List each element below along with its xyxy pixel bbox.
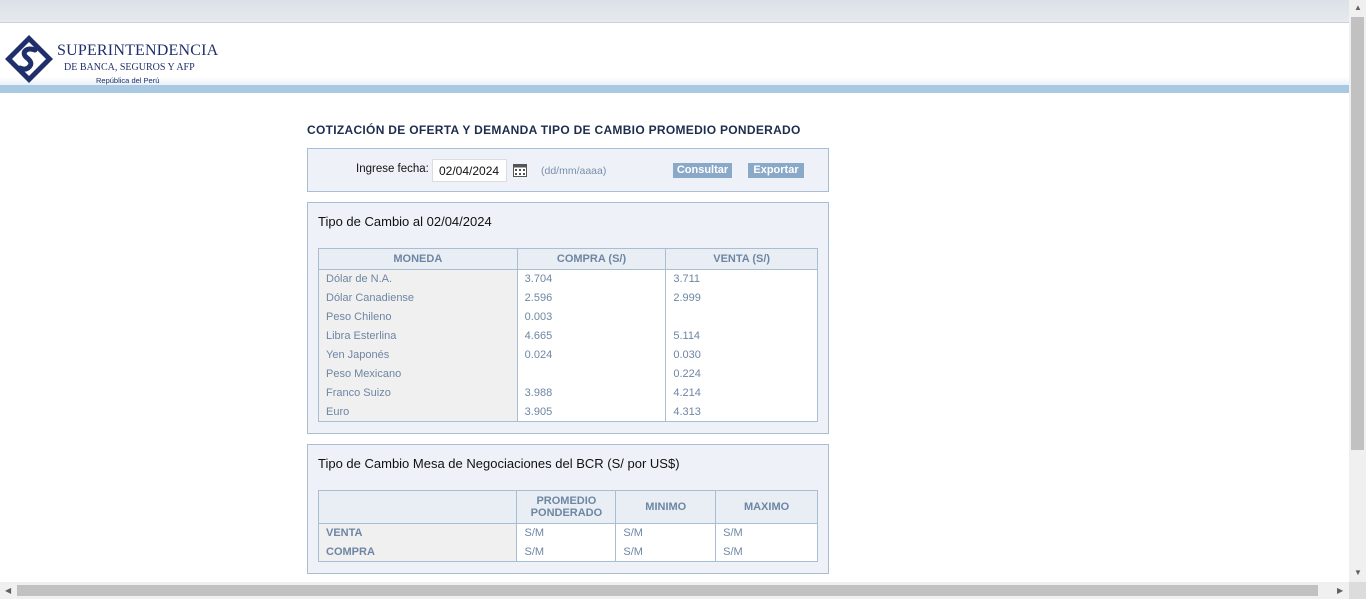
currency-cell: Peso Mexicano: [318, 364, 518, 384]
exchange-rates-table: MONEDA COMPRA (S/) VENTA (S/) Dólar de N…: [318, 248, 818, 422]
venta-cell: 3.711: [665, 269, 818, 289]
sbs-logo-icon: [5, 35, 53, 83]
date-input[interactable]: [432, 159, 507, 182]
currency-cell: Libra Esterlina: [318, 326, 518, 346]
currency-cell: Dólar de N.A.: [318, 269, 518, 289]
scroll-up-icon[interactable]: ▲: [1354, 4, 1362, 12]
logo-title: SUPERINTENDENCIA: [57, 42, 219, 59]
scroll-left-icon[interactable]: ◀: [5, 587, 11, 595]
logo-subtitle: DE BANCA, SEGUROS Y AFP: [64, 62, 195, 73]
compra-cell: [516, 364, 666, 384]
date-search-panel: Ingrese fecha: (dd/mm/aaaa) Consultar Ex…: [307, 148, 829, 192]
currency-cell: Franco Suizo: [318, 383, 518, 403]
venta-cell: 0.030: [665, 345, 818, 365]
exportar-button[interactable]: Exportar: [748, 163, 804, 178]
scrollbar-corner: [1349, 582, 1366, 599]
compra-cell: 3.905: [516, 402, 666, 422]
scroll-down-icon[interactable]: ▼: [1354, 569, 1362, 577]
compra-cell: 0.003: [516, 307, 666, 327]
venta-cell: 0.224: [665, 364, 818, 384]
compra-cell: 0.024: [516, 345, 666, 365]
venta-cell: 2.999: [665, 288, 818, 308]
exchange-rates-panel: Tipo de Cambio al 02/04/2024 MONEDA COMP…: [307, 202, 829, 434]
compra-cell: 2.596: [516, 288, 666, 308]
compra-cell: 4.665: [516, 326, 666, 346]
browser-top-strip: [0, 0, 1349, 23]
consultar-button[interactable]: Consultar: [673, 163, 732, 178]
table-header-row: MONEDA COMPRA (S/) VENTA (S/): [318, 248, 818, 270]
minimo-cell: S/M: [615, 542, 716, 562]
table-row: Peso Chileno 0.003: [318, 307, 818, 327]
row-label-cell: COMPRA: [318, 542, 517, 562]
col-header-compra: COMPRA (S/): [516, 248, 666, 270]
page-viewport: SUPERINTENDENCIA DE BANCA, SEGUROS Y AFP…: [0, 0, 1349, 582]
table-row: Franco Suizo 3.988 4.214: [318, 383, 818, 403]
col-header-minimo: MINIMO: [615, 490, 716, 524]
horizontal-scroll-thumb[interactable]: [17, 585, 1318, 596]
venta-cell: 4.214: [665, 383, 818, 403]
vertical-scroll-thumb[interactable]: [1351, 17, 1364, 450]
bcr-table: PROMEDIO PONDERADO MINIMO MAXIMO VENTA S/…: [318, 490, 818, 562]
table-row: Dólar Canadiense 2.596 2.999: [318, 288, 818, 308]
venta-cell: 4.313: [665, 402, 818, 422]
venta-cell: [665, 307, 818, 327]
minimo-cell: S/M: [615, 523, 716, 543]
col-header-blank: [318, 490, 517, 524]
row-label-cell: VENTA: [318, 523, 517, 543]
currency-cell: Peso Chileno: [318, 307, 518, 327]
currency-cell: Dólar Canadiense: [318, 288, 518, 308]
date-label: Ingrese fecha:: [356, 163, 429, 175]
currency-cell: Euro: [318, 402, 518, 422]
rates-title: Tipo de Cambio al 02/04/2024: [318, 214, 492, 229]
logo-country: República del Perú: [96, 76, 160, 85]
table-row: VENTA S/M S/M S/M: [318, 523, 818, 543]
col-header-venta: VENTA (S/): [665, 248, 818, 270]
maximo-cell: S/M: [715, 542, 818, 562]
promedio-cell: S/M: [516, 542, 616, 562]
col-header-moneda: MONEDA: [318, 248, 518, 270]
horizontal-scrollbar[interactable]: ◀ ▶: [0, 582, 1349, 599]
table-row: Yen Japonés 0.024 0.030: [318, 345, 818, 365]
compra-cell: 3.704: [516, 269, 666, 289]
site-header: SUPERINTENDENCIA DE BANCA, SEGUROS Y AFP…: [0, 23, 1349, 93]
promedio-cell: S/M: [516, 523, 616, 543]
compra-cell: 3.988: [516, 383, 666, 403]
vertical-scrollbar[interactable]: ▲ ▼: [1349, 0, 1366, 582]
table-row: Dólar de N.A. 3.704 3.711: [318, 269, 818, 289]
currency-cell: Yen Japonés: [318, 345, 518, 365]
scroll-right-icon[interactable]: ▶: [1337, 587, 1343, 595]
sbs-logo[interactable]: SUPERINTENDENCIA DE BANCA, SEGUROS Y AFP…: [3, 33, 218, 85]
page-title: COTIZACIÓN DE OFERTA Y DEMANDA TIPO DE C…: [307, 123, 801, 137]
calendar-icon[interactable]: [513, 163, 527, 177]
bcr-title: Tipo de Cambio Mesa de Negociaciones del…: [318, 456, 680, 471]
table-row: Libra Esterlina 4.665 5.114: [318, 326, 818, 346]
venta-cell: 5.114: [665, 326, 818, 346]
header-divider: [0, 85, 1349, 93]
table-row: Euro 3.905 4.313: [318, 402, 818, 422]
table-row: COMPRA S/M S/M S/M: [318, 542, 818, 562]
date-format-hint: (dd/mm/aaaa): [541, 165, 607, 177]
col-header-maximo: MAXIMO: [715, 490, 818, 524]
table-header-row: PROMEDIO PONDERADO MINIMO MAXIMO: [318, 490, 818, 524]
maximo-cell: S/M: [715, 523, 818, 543]
bcr-panel: Tipo de Cambio Mesa de Negociaciones del…: [307, 444, 829, 574]
col-header-promedio: PROMEDIO PONDERADO: [516, 490, 616, 524]
table-row: Peso Mexicano 0.224: [318, 364, 818, 384]
